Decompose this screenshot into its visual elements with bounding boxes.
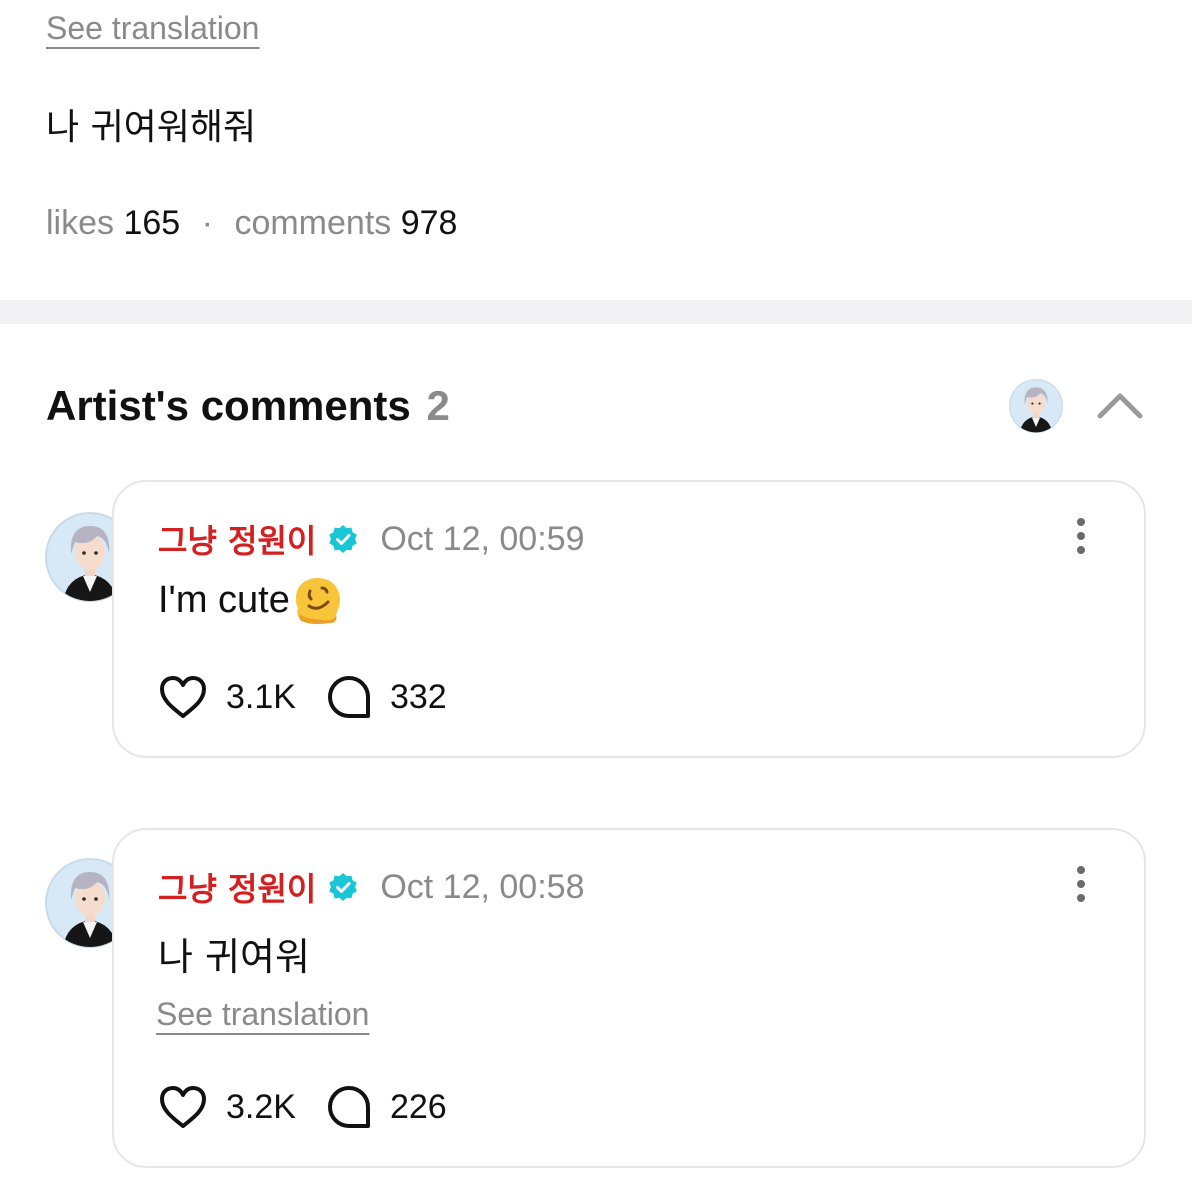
comment-author-name[interactable]: 그냥 정원이 <box>158 864 316 910</box>
heart-icon <box>160 676 206 718</box>
post-stats: likes 165 · comments 978 <box>46 204 457 243</box>
comment-actions: 3.1K 332 <box>158 674 447 720</box>
like-button[interactable]: 3.2K <box>158 1084 296 1130</box>
like-count: 3.1K <box>226 677 296 716</box>
comment-text: I'm cute <box>158 574 344 626</box>
reply-button[interactable]: 226 <box>326 1084 447 1130</box>
artist-comments-count: 2 <box>426 382 450 429</box>
more-options-icon[interactable] <box>1066 864 1096 904</box>
like-count: 3.2K <box>226 1087 296 1126</box>
comment-timestamp: Oct 12, 00:58 <box>380 867 585 906</box>
comment-text-body: I'm cute <box>158 578 290 621</box>
comment-bubble-icon <box>327 676 370 718</box>
comments-label: comments <box>234 204 392 242</box>
see-translation-link[interactable]: See translation <box>46 10 259 47</box>
chevron-up-icon[interactable] <box>1094 386 1146 426</box>
reply-button[interactable]: 332 <box>326 674 447 720</box>
comment-timestamp: Oct 12, 00:59 <box>380 519 585 558</box>
post-body: 나 귀여워해줘 <box>46 107 257 148</box>
stats-separator: · <box>201 204 213 242</box>
comment-actions: 3.2K 226 <box>158 1084 447 1130</box>
comment-header: 그냥 정원이 Oct 12, 00:58 <box>158 864 584 910</box>
melting-face-emoji-icon <box>295 578 340 624</box>
comment-bubble-icon <box>327 1086 370 1128</box>
comment-header: 그냥 정원이 Oct 12, 00:59 <box>158 516 584 562</box>
likes-label: likes <box>46 204 115 242</box>
comment-text: 나 귀여워 <box>158 926 310 981</box>
heart-icon <box>160 1086 206 1128</box>
artist-comment-card[interactable]: 그냥 정원이 Oct 12, 00:58 나 귀여워 See translati… <box>112 828 1146 1168</box>
comments-count: 978 <box>400 204 458 242</box>
artist-avatar[interactable] <box>1009 379 1063 433</box>
verified-badge-icon <box>329 525 358 553</box>
artist-comments-title: Artist's comments 2 <box>46 382 450 430</box>
comment-text-body: 나 귀여워 <box>158 935 310 979</box>
like-button[interactable]: 3.1K <box>158 674 296 720</box>
likes-count: 165 <box>123 204 181 242</box>
section-divider <box>0 300 1192 324</box>
reply-count: 226 <box>389 1087 447 1126</box>
verified-badge-icon <box>329 873 358 901</box>
reply-count: 332 <box>389 677 447 716</box>
see-translation-link[interactable]: See translation <box>156 996 369 1033</box>
artist-comments-label: Artist's comments <box>46 382 411 429</box>
artist-comment-card[interactable]: 그냥 정원이 Oct 12, 00:59 I'm cute 3.1K 332 <box>112 480 1146 758</box>
more-options-icon[interactable] <box>1066 516 1096 556</box>
comment-author-name[interactable]: 그냥 정원이 <box>158 516 316 562</box>
